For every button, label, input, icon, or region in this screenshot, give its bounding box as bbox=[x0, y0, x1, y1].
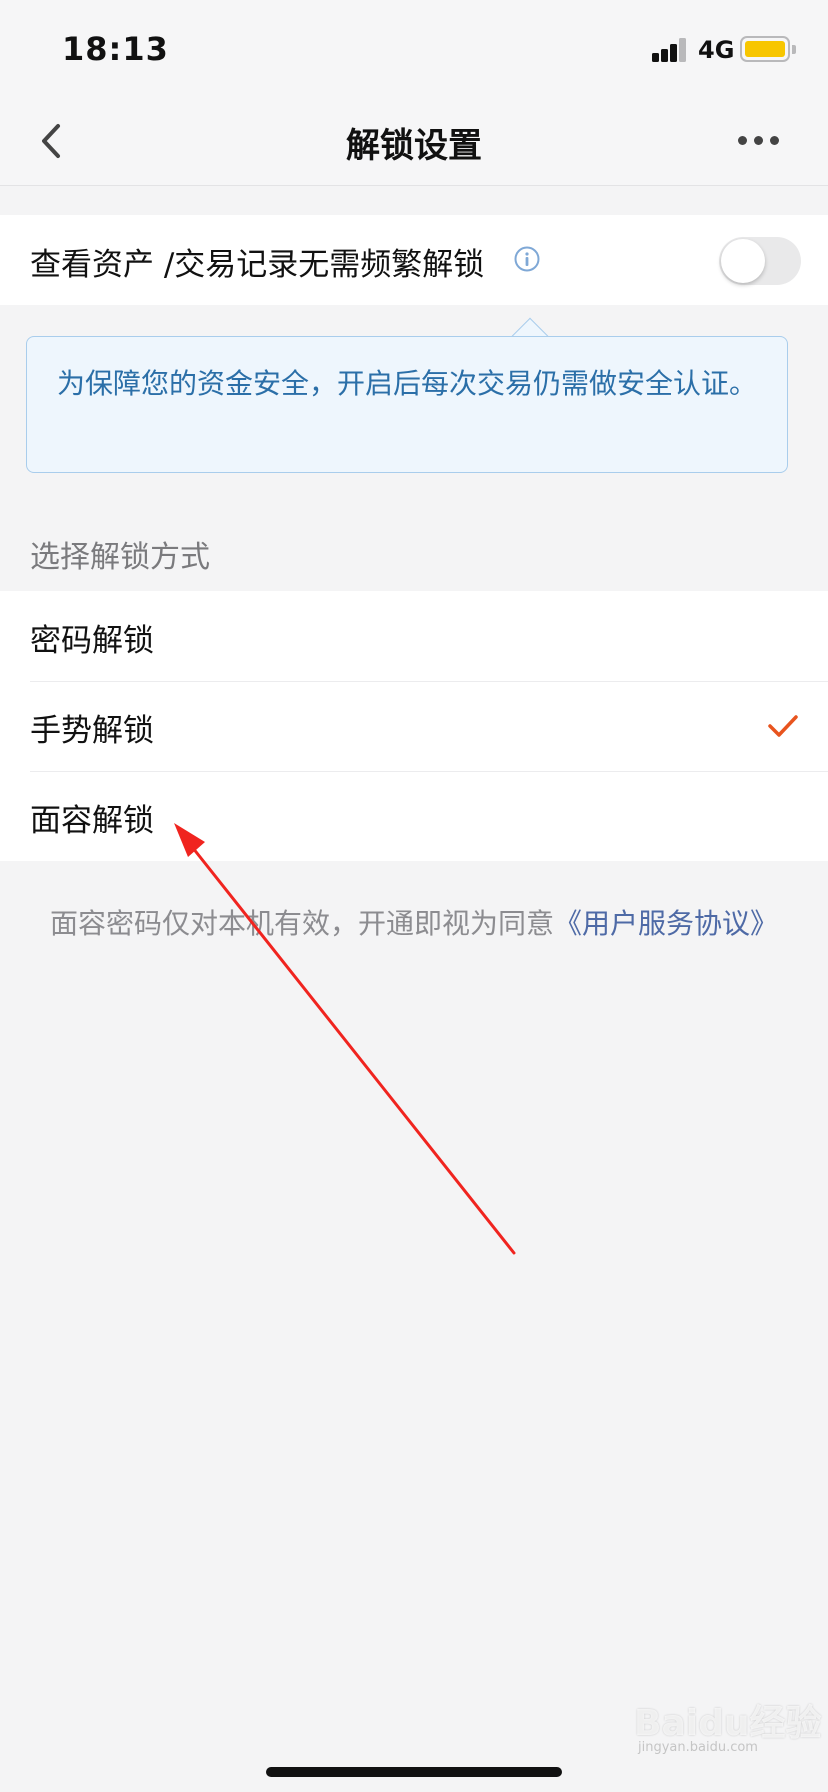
list-item-label: 面容解锁 bbox=[30, 803, 154, 839]
unlock-method-list: 密码解锁 手势解锁 面容解锁 bbox=[0, 591, 828, 861]
asset-unlock-toggle-row: 查看资产 /交易记录无需频繁解锁 bbox=[0, 215, 828, 305]
status-time: 18:13 bbox=[62, 30, 169, 68]
checkmark-icon bbox=[768, 715, 798, 737]
footer-text: 面容密码仅对本机有效，开通即视为同意 bbox=[49, 907, 554, 940]
asset-unlock-label: 查看资产 /交易记录无需频繁解锁 bbox=[30, 247, 485, 283]
tooltip-text: 为保障您的资金安全，开启后每次交易仍需做安全认证。 bbox=[57, 367, 758, 400]
list-item-label: 手势解锁 bbox=[30, 713, 154, 749]
nav-bar: 解锁设置 bbox=[0, 96, 828, 186]
list-item-password-unlock[interactable]: 密码解锁 bbox=[0, 591, 828, 681]
network-type: 4G bbox=[698, 36, 735, 64]
list-item-face-unlock[interactable]: 面容解锁 bbox=[0, 771, 828, 861]
baidu-watermark-url: jingyan.baidu.com bbox=[638, 1740, 758, 1755]
page-title: 解锁设置 bbox=[346, 126, 482, 166]
footer-note: 面容密码仅对本机有效，开通即视为同意《用户服务协议》 bbox=[0, 902, 828, 942]
security-tooltip: 为保障您的资金安全，开启后每次交易仍需做安全认证。 bbox=[26, 336, 788, 473]
unlock-method-header: 选择解锁方式 bbox=[30, 540, 210, 575]
status-bar: 18:13 4G bbox=[0, 0, 828, 96]
more-horizontal-icon bbox=[738, 136, 747, 145]
switch-knob bbox=[721, 239, 765, 283]
battery-icon bbox=[740, 36, 790, 62]
list-item-label: 密码解锁 bbox=[30, 623, 154, 659]
list-item-gesture-unlock[interactable]: 手势解锁 bbox=[0, 681, 828, 771]
signal-icon bbox=[652, 38, 688, 62]
user-agreement-link[interactable]: 《用户服务协议》 bbox=[554, 907, 778, 940]
info-icon[interactable] bbox=[514, 246, 540, 272]
more-button[interactable] bbox=[730, 126, 786, 156]
home-indicator[interactable] bbox=[266, 1767, 562, 1777]
baidu-watermark-logo: Baidu经验 bbox=[634, 1703, 822, 1744]
battery-cap bbox=[792, 45, 796, 54]
asset-unlock-switch[interactable] bbox=[719, 237, 801, 285]
